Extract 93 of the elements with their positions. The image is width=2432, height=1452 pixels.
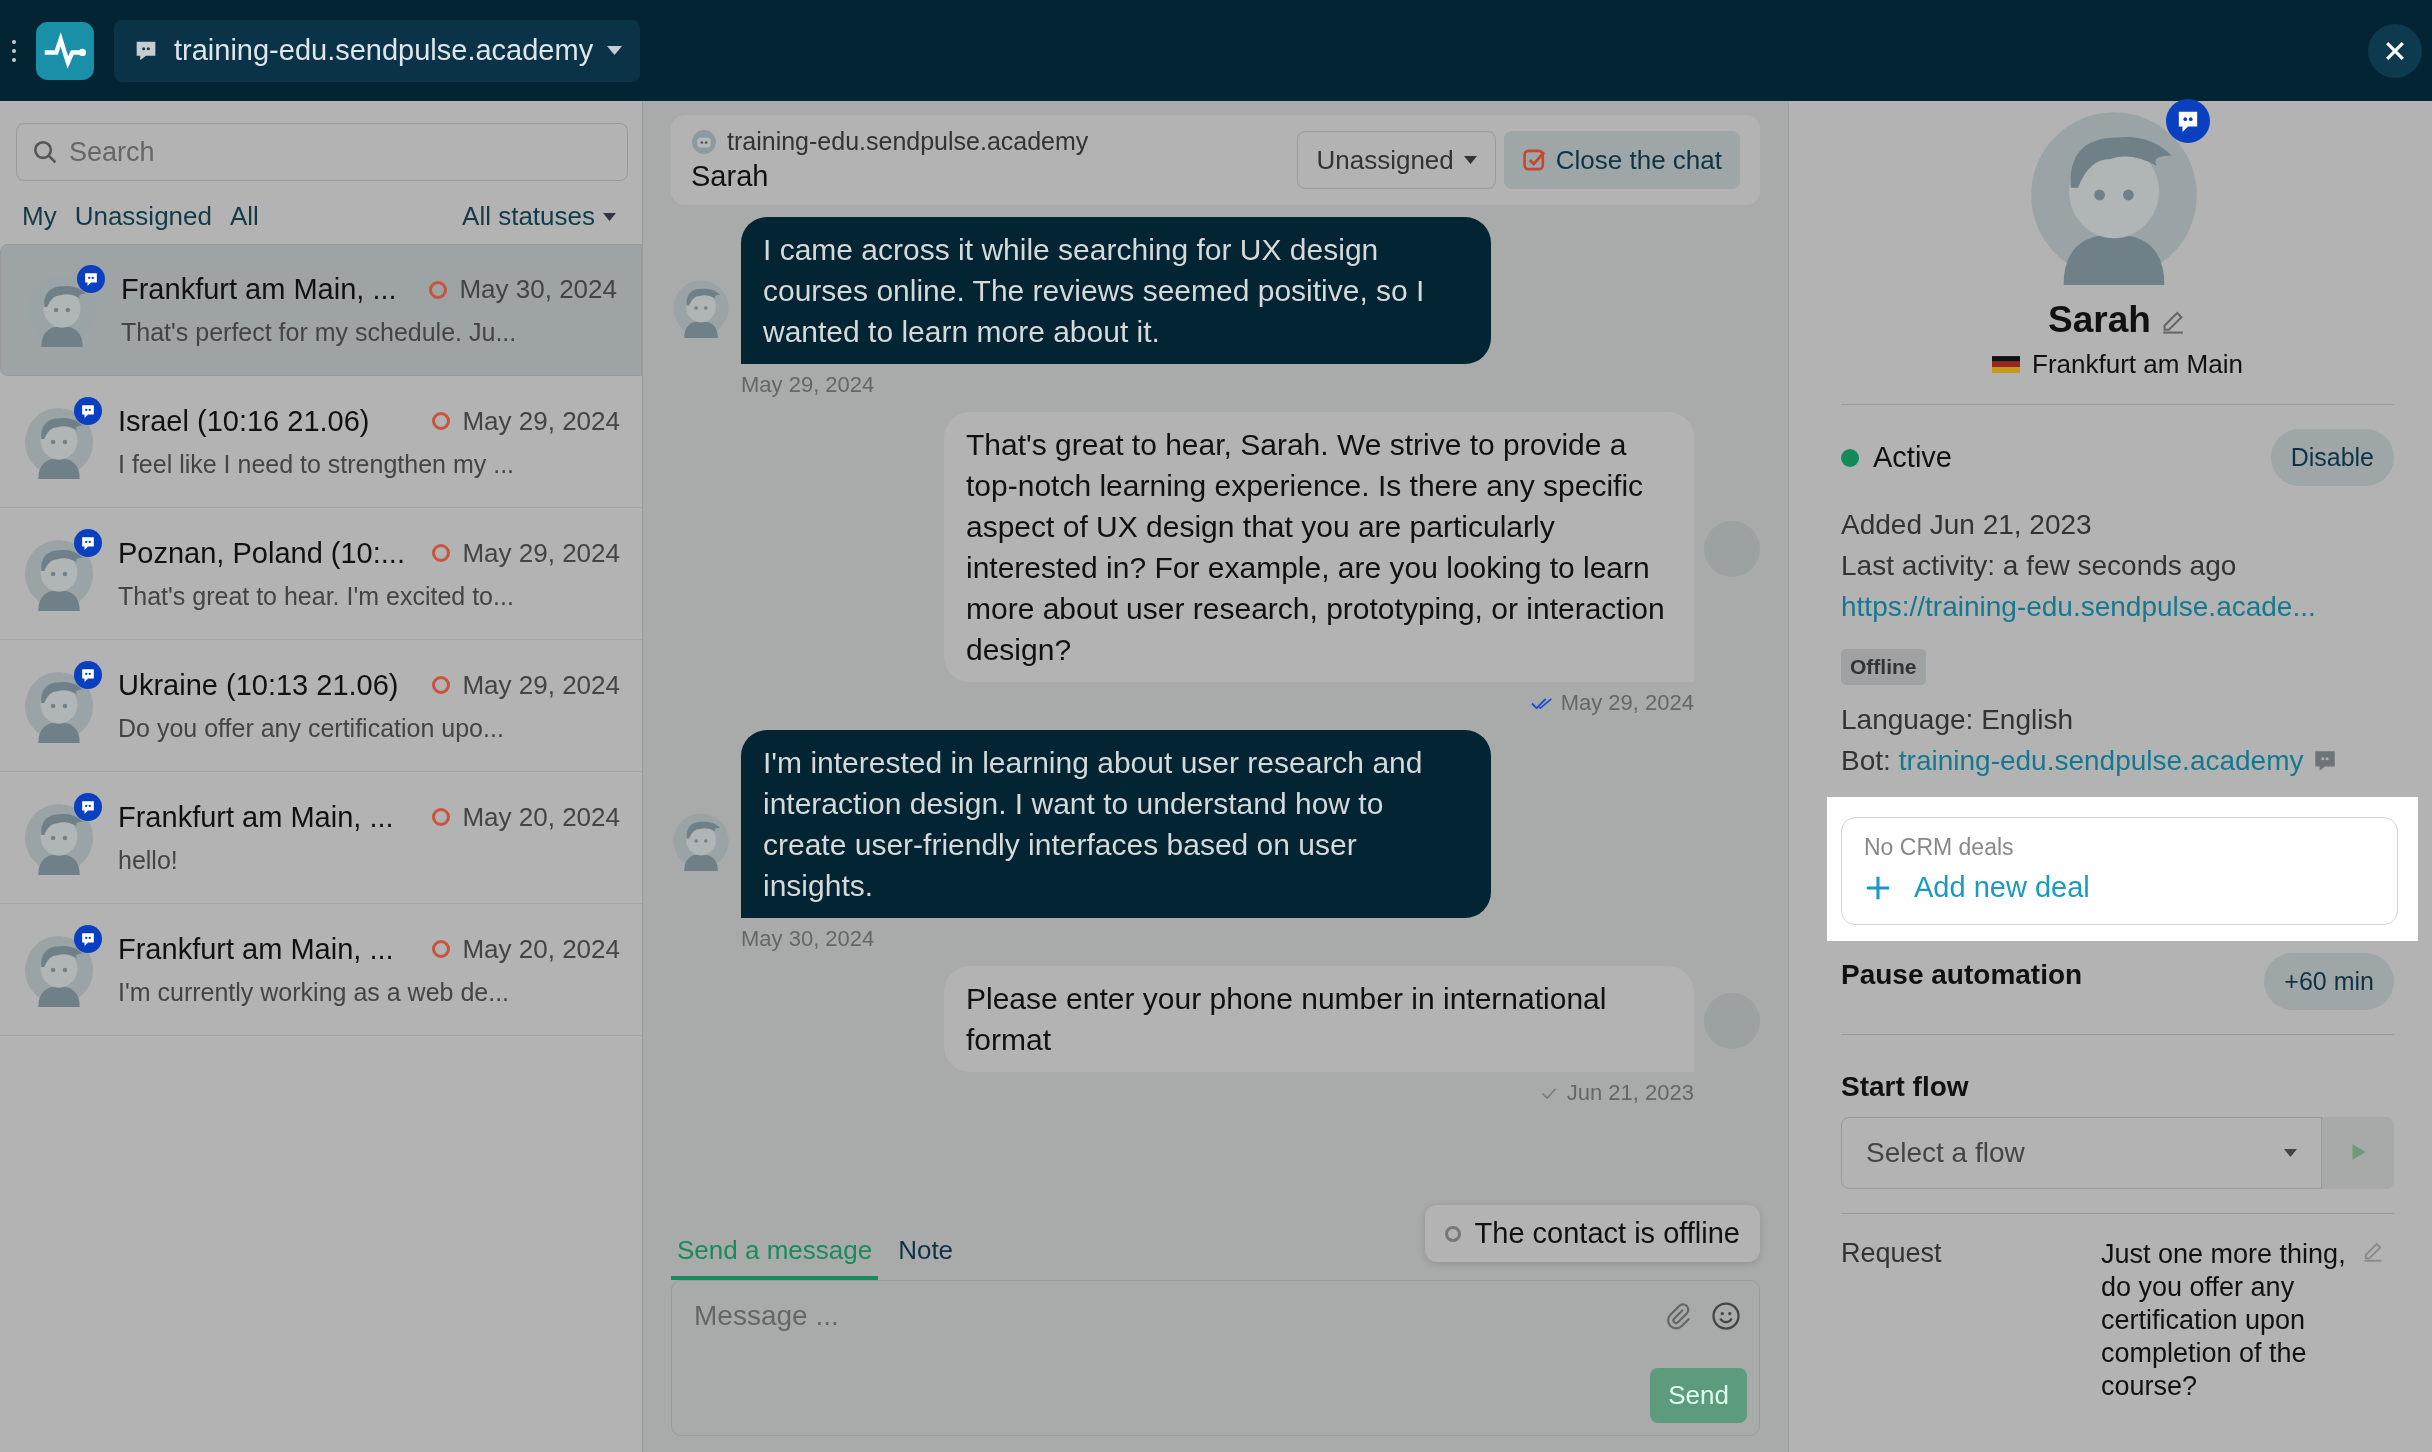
contact-language: Language: English	[1841, 703, 2074, 737]
assignee-dropdown[interactable]: Unassigned	[1297, 131, 1496, 189]
section-title: Pause automation	[1841, 959, 2083, 991]
pulse-logo-icon[interactable]	[36, 21, 94, 80]
offline-status-icon	[432, 544, 451, 562]
conversation-item[interactable]: Israel (10:16 21.06) May 29, 2024 I feel like I need to strengthen my ...	[0, 376, 642, 508]
offline-status-icon	[429, 280, 448, 299]
active-status-icon	[1841, 448, 1859, 467]
conversation-item[interactable]: Poznan, Poland (10:... May 29, 2024 That's great to hear. I'm excited to...	[0, 508, 642, 640]
message-preview: Do you offer any certification upo...	[118, 713, 505, 743]
bot-label: Bot:	[1841, 744, 1891, 778]
contact-name: Sarah	[691, 160, 770, 193]
disable-button[interactable]: Disable	[2270, 429, 2394, 486]
section-title: Start flow	[1841, 1071, 1970, 1103]
offline-status-icon	[432, 940, 451, 958]
chat-badge-icon	[77, 265, 105, 293]
search-field[interactable]: Search	[16, 123, 628, 181]
message-preview: That's perfect for my schedule. Ju...	[121, 318, 518, 347]
contact-name: Frankfurt am Main, ...	[118, 932, 395, 966]
robot-icon	[691, 128, 717, 155]
outgoing-message: That's great to hear, Sarah. We strive to provide a top-notch learning experience. Is there any specific aspect of UX design that you are particularly interested in? For example, are you looking to learn more about user research, prototyping, or interaction design?	[944, 412, 1694, 682]
added-date: Added Jun 21, 2023	[1841, 508, 2093, 542]
add-deal-button[interactable]: Add new deal	[1864, 871, 2090, 904]
field-value: Just one more thing, do you offer any certification upon completion of the course?	[2101, 1238, 2347, 1403]
offline-status-icon	[432, 676, 451, 694]
conversation-date: May 29, 2024	[462, 669, 620, 701]
caret-icon	[2284, 1149, 2297, 1157]
contact-status: Active	[1873, 441, 1952, 474]
tooltip-text: The contact is offline	[1474, 1217, 1740, 1250]
offline-status-icon	[432, 808, 451, 826]
flow-select[interactable]: Select a flow	[1841, 1117, 2322, 1189]
chat-badge-icon	[74, 924, 102, 953]
chat-badge-icon	[74, 396, 102, 425]
message-time: Jun 21, 2023	[1566, 1080, 1694, 1106]
caret-icon	[603, 212, 616, 221]
contact-name: Ukraine (10:13 21.06)	[118, 668, 400, 702]
message-time: May 29, 2024	[741, 372, 876, 398]
offline-tag: Offline	[1841, 649, 1926, 685]
field-label: Request	[1841, 1238, 1943, 1269]
more-menu-icon[interactable]	[12, 39, 16, 62]
smiley-icon[interactable]	[1711, 1301, 1741, 1331]
message-preview: I feel like I need to strengthen my ...	[118, 449, 516, 479]
bot-name: training-edu.sendpulse.academy	[727, 127, 1089, 156]
flag-icon	[1992, 356, 2020, 373]
contact-name: Frankfurt am Main, ...	[121, 273, 398, 306]
chat-badge-icon	[74, 528, 102, 557]
close-chat-button[interactable]: Close the chat	[1503, 131, 1740, 189]
incoming-message: I'm interested in learning about user research and interaction design. I want to understand how to create user-friendly interfaces based on user insights.	[741, 730, 1491, 918]
incoming-message: I came across it while searching for UX design courses online. The reviews seemed positive, so I wanted to learn more about it.	[741, 217, 1491, 364]
conversation-date: May 29, 2024	[462, 537, 620, 569]
status-dropdown[interactable]: All statuses	[462, 201, 616, 232]
outgoing-message: Please enter your phone number in international format	[944, 966, 1694, 1072]
contact-name: Sarah	[2048, 299, 2151, 341]
checkbox-icon	[1521, 147, 1548, 173]
no-deals-text: No CRM deals	[1864, 834, 2015, 861]
pause-button[interactable]: +60 min	[2264, 953, 2394, 1010]
conversation-date: May 30, 2024	[459, 274, 617, 305]
offline-status-icon	[1444, 1225, 1461, 1242]
contact-name: Poznan, Poland (10:...	[118, 536, 406, 570]
chat-badge-icon	[74, 792, 102, 821]
avatar-drawing	[671, 277, 731, 338]
message-time: May 30, 2024	[741, 926, 876, 952]
composer-tab[interactable]: Note	[892, 1227, 960, 1280]
filter-tab[interactable]: Unassigned	[74, 201, 212, 232]
last-activity: Last activity: a few seconds ago	[1841, 549, 2238, 583]
message-preview: hello!	[118, 845, 179, 875]
send-button[interactable]: Send	[1650, 1368, 1747, 1423]
conversation-date: May 20, 2024	[462, 933, 620, 965]
conversation-date: May 20, 2024	[462, 801, 620, 833]
caret-icon	[607, 46, 623, 55]
conversation-item[interactable]: Frankfurt am Main, ... May 30, 2024 That's perfect for my schedule. Ju...	[0, 244, 642, 376]
message-input[interactable]: Message ...	[692, 1299, 1596, 1333]
channel-selector[interactable]: training-edu.sendpulse.academy	[114, 19, 641, 82]
filter-tab[interactable]: My	[22, 201, 57, 232]
message-preview: That's great to hear. I'm excited to...	[118, 581, 515, 611]
message-preview: I'm currently working as a web de...	[118, 977, 511, 1007]
avatar-drawing	[671, 811, 731, 871]
search-icon	[32, 139, 58, 165]
conversation-item[interactable]: Ukraine (10:13 21.06) May 29, 2024 Do you offer any certification upo...	[0, 640, 642, 772]
chat-badge-icon	[74, 660, 102, 689]
start-flow-button[interactable]	[2322, 1117, 2394, 1189]
contact-location: Frankfurt am Main	[2032, 349, 2243, 380]
conversation-item[interactable]: Frankfurt am Main, ... May 20, 2024 hello!	[0, 772, 642, 904]
filter-tab[interactable]: All	[230, 201, 259, 232]
offline-status-icon	[432, 412, 451, 430]
chat-badge-icon	[2165, 99, 2210, 143]
close-button[interactable]	[2368, 23, 2422, 78]
message-time: May 29, 2024	[1560, 690, 1694, 716]
contact-name: Israel (10:16 21.06)	[118, 404, 371, 438]
contact-name: Frankfurt am Main, ...	[118, 800, 395, 834]
conversation-item[interactable]: Frankfurt am Main, ... May 20, 2024 I'm currently working as a web de...	[0, 904, 642, 1036]
conversation-date: May 29, 2024	[462, 405, 620, 437]
caret-icon	[1463, 156, 1477, 164]
